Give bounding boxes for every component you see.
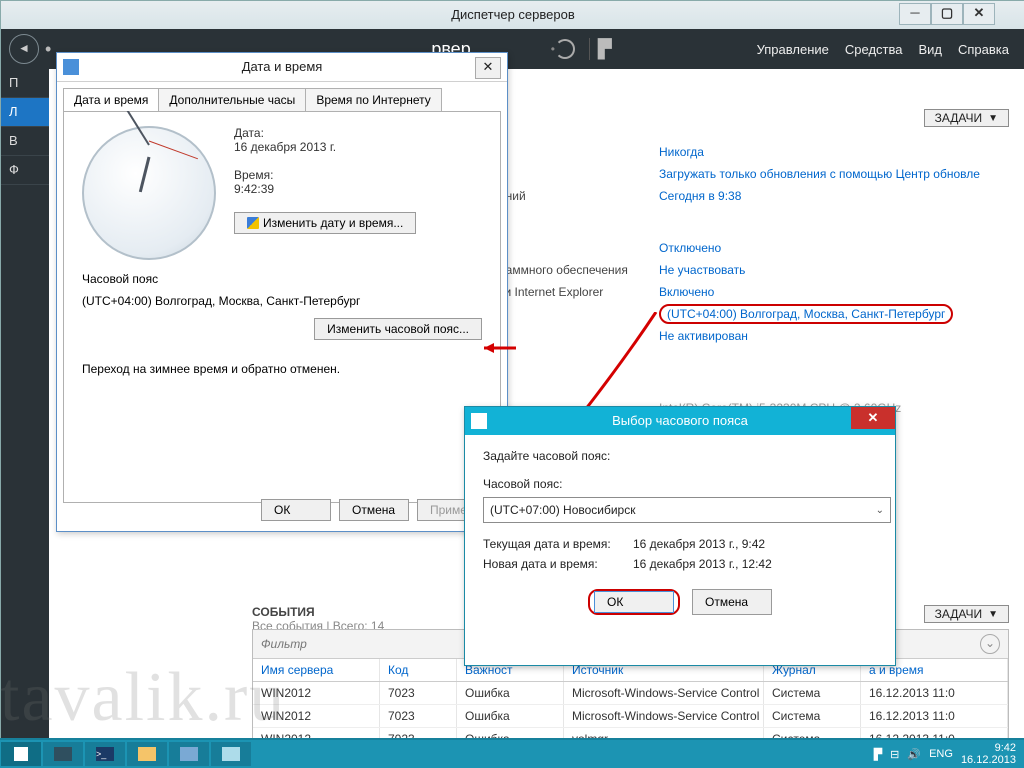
nav-back-button[interactable]: ◄ — [9, 34, 39, 64]
start-button[interactable] — [1, 742, 41, 766]
prop-link-activation[interactable]: Не активирован — [659, 329, 748, 343]
tray-lang[interactable]: ENG — [929, 748, 953, 760]
table-row[interactable]: WIN20127023ОшибкаMicrosoft-Windows-Servi… — [253, 705, 1008, 728]
system-tray: ▛ ⊟ 🔊 ENG 9:42 16.12.2013 — [874, 742, 1024, 766]
dst-note: Переход на зимнее время и обратно отмене… — [82, 362, 482, 376]
analog-clock — [82, 126, 216, 260]
dt-ok-button[interactable]: ОК — [261, 499, 331, 521]
tz-ok-bubble: ОК — [588, 589, 680, 615]
tz-body: Задайте часовой пояс: Часовой пояс: (UTC… — [465, 435, 895, 629]
tz-close-button[interactable]: ✕ — [851, 407, 895, 429]
prop-link-last-installed[interactable]: Сегодня в 9:38 — [659, 189, 741, 203]
close-button[interactable]: ✕ — [963, 3, 995, 25]
menu-help[interactable]: Справка — [958, 42, 1009, 57]
current-dt-label: Текущая дата и время: — [483, 537, 633, 551]
dt-close-button[interactable]: ✕ — [475, 57, 501, 79]
current-dt-value: 16 декабря 2013 г., 9:42 — [633, 537, 765, 551]
col-code[interactable]: Код — [380, 659, 457, 681]
nav-item-0[interactable]: П — [1, 69, 49, 98]
app-titlebar: Диспетчер серверов ─ ▢ ✕ — [1, 1, 1024, 30]
left-nav: П Л В Ф — [1, 69, 50, 741]
dt-tabs: Дата и время Дополнительные часы Время п… — [63, 88, 501, 111]
col-server[interactable]: Имя сервера — [253, 659, 380, 681]
taskbar-powershell[interactable]: >_ — [85, 742, 125, 766]
prop-link-feedback[interactable]: Отключено — [659, 241, 721, 255]
time-value: 9:42:39 — [234, 182, 416, 196]
shield-icon — [247, 217, 259, 229]
taskbar-explorer[interactable] — [127, 742, 167, 766]
events-tasks-button[interactable]: ЗАДАЧИ▼ — [924, 605, 1009, 623]
new-dt-value: 16 декабря 2013 г., 12:42 — [633, 557, 772, 571]
nav-item-3[interactable]: Ф — [1, 156, 49, 185]
time-label: Время: — [234, 168, 416, 182]
date-label: Дата: — [234, 126, 416, 140]
timezone-header: Часовой пояс — [82, 272, 482, 286]
refresh-icon[interactable] — [555, 39, 575, 59]
dt-dialog-titlebar: Дата и время ✕ — [57, 53, 507, 82]
taskbar-server-manager[interactable] — [43, 742, 83, 766]
nav-item-2[interactable]: В — [1, 127, 49, 156]
dt-cancel-button[interactable]: Отмена — [339, 499, 409, 521]
menu-tools[interactable]: Средства — [845, 42, 903, 57]
dt-panel: Дата: 16 декабря 2013 г. Время: 9:42:39 … — [63, 111, 501, 503]
minimize-button[interactable]: ─ — [899, 3, 931, 25]
new-dt-label: Новая дата и время: — [483, 557, 633, 571]
menu-bar: Управление Средства Вид Справка — [757, 42, 1024, 57]
tray-network-icon[interactable]: ⊟ — [890, 748, 899, 761]
timezone-select-dialog: Выбор часового пояса ✕ Задайте часовой п… — [464, 406, 896, 666]
tz-ok-button[interactable]: ОК — [594, 591, 674, 613]
timezone-value: (UTC+04:00) Волгоград, Москва, Санкт-Пет… — [82, 294, 482, 308]
change-date-time-button[interactable]: Изменить дату и время... — [234, 212, 416, 234]
globe-icon — [471, 413, 487, 429]
prop-link-updates-mode[interactable]: Загружать только обновления с помощью Це… — [659, 167, 980, 181]
tz-cancel-button[interactable]: Отмена — [692, 589, 772, 615]
tray-clock[interactable]: 9:42 16.12.2013 — [961, 742, 1016, 766]
tab-datetime[interactable]: Дата и время — [63, 88, 159, 111]
timezone-selected-value: (UTC+07:00) Новосибирск — [490, 503, 635, 517]
maximize-button[interactable]: ▢ — [931, 3, 963, 25]
chevron-down-icon: ▼ — [988, 113, 998, 124]
dt-info: Дата: 16 декабря 2013 г. Время: 9:42:39 … — [234, 126, 416, 234]
taskbar-timezone[interactable] — [211, 742, 251, 766]
taskbar-date-time[interactable] — [169, 742, 209, 766]
tz-dialog-titlebar: Выбор часового пояса ✕ — [465, 407, 895, 435]
date-time-dialog: Дата и время ✕ Дата и время Дополнительн… — [56, 52, 508, 532]
prop-link-ceip[interactable]: Не участвовать — [659, 263, 745, 277]
tz-prompt: Задайте часовой пояс: — [483, 449, 877, 463]
flag-icon[interactable]: ▛ — [598, 39, 612, 60]
table-row[interactable]: WIN20127023ОшибкаMicrosoft-Windows-Servi… — [253, 682, 1008, 705]
prop-timezone-bubble: (UTC+04:00) Волгоград, Москва, Санкт-Пет… — [659, 304, 953, 324]
app-title: Диспетчер серверов — [451, 7, 575, 22]
chevron-down-icon: ▼ — [988, 609, 998, 620]
timezone-select[interactable]: (UTC+07:00) Новосибирск ⌄ — [483, 497, 891, 523]
filter-options-icon[interactable]: ⌄ — [980, 634, 1000, 654]
prop-link-timezone[interactable]: (UTC+04:00) Волгоград, Москва, Санкт-Пет… — [667, 307, 945, 321]
tasks-button[interactable]: ЗАДАЧИ▼ — [924, 109, 1009, 127]
change-timezone-button[interactable]: Изменить часовой пояс... — [314, 318, 482, 340]
prop-link-last-check[interactable]: Никогда — [659, 145, 704, 159]
menu-manage[interactable]: Управление — [757, 42, 829, 57]
tray-flag-icon[interactable]: ▛ — [874, 748, 882, 761]
clock-icon — [63, 59, 79, 75]
taskbar: >_ ▛ ⊟ 🔊 ENG 9:42 16.12.2013 — [0, 738, 1024, 768]
tz-label: Часовой пояс: — [483, 477, 877, 491]
prop-link-iesec[interactable]: Включено — [659, 285, 714, 299]
tab-internet-time[interactable]: Время по Интернету — [305, 88, 441, 111]
chevron-down-icon: ⌄ — [876, 505, 884, 516]
tray-sound-icon[interactable]: 🔊 — [907, 748, 921, 761]
menu-view[interactable]: Вид — [918, 42, 942, 57]
nav-item-1[interactable]: Л — [1, 98, 49, 127]
tab-additional-clocks[interactable]: Дополнительные часы — [158, 88, 306, 111]
date-value: 16 декабря 2013 г. — [234, 140, 416, 154]
filter-placeholder: Фильтр — [261, 637, 307, 651]
